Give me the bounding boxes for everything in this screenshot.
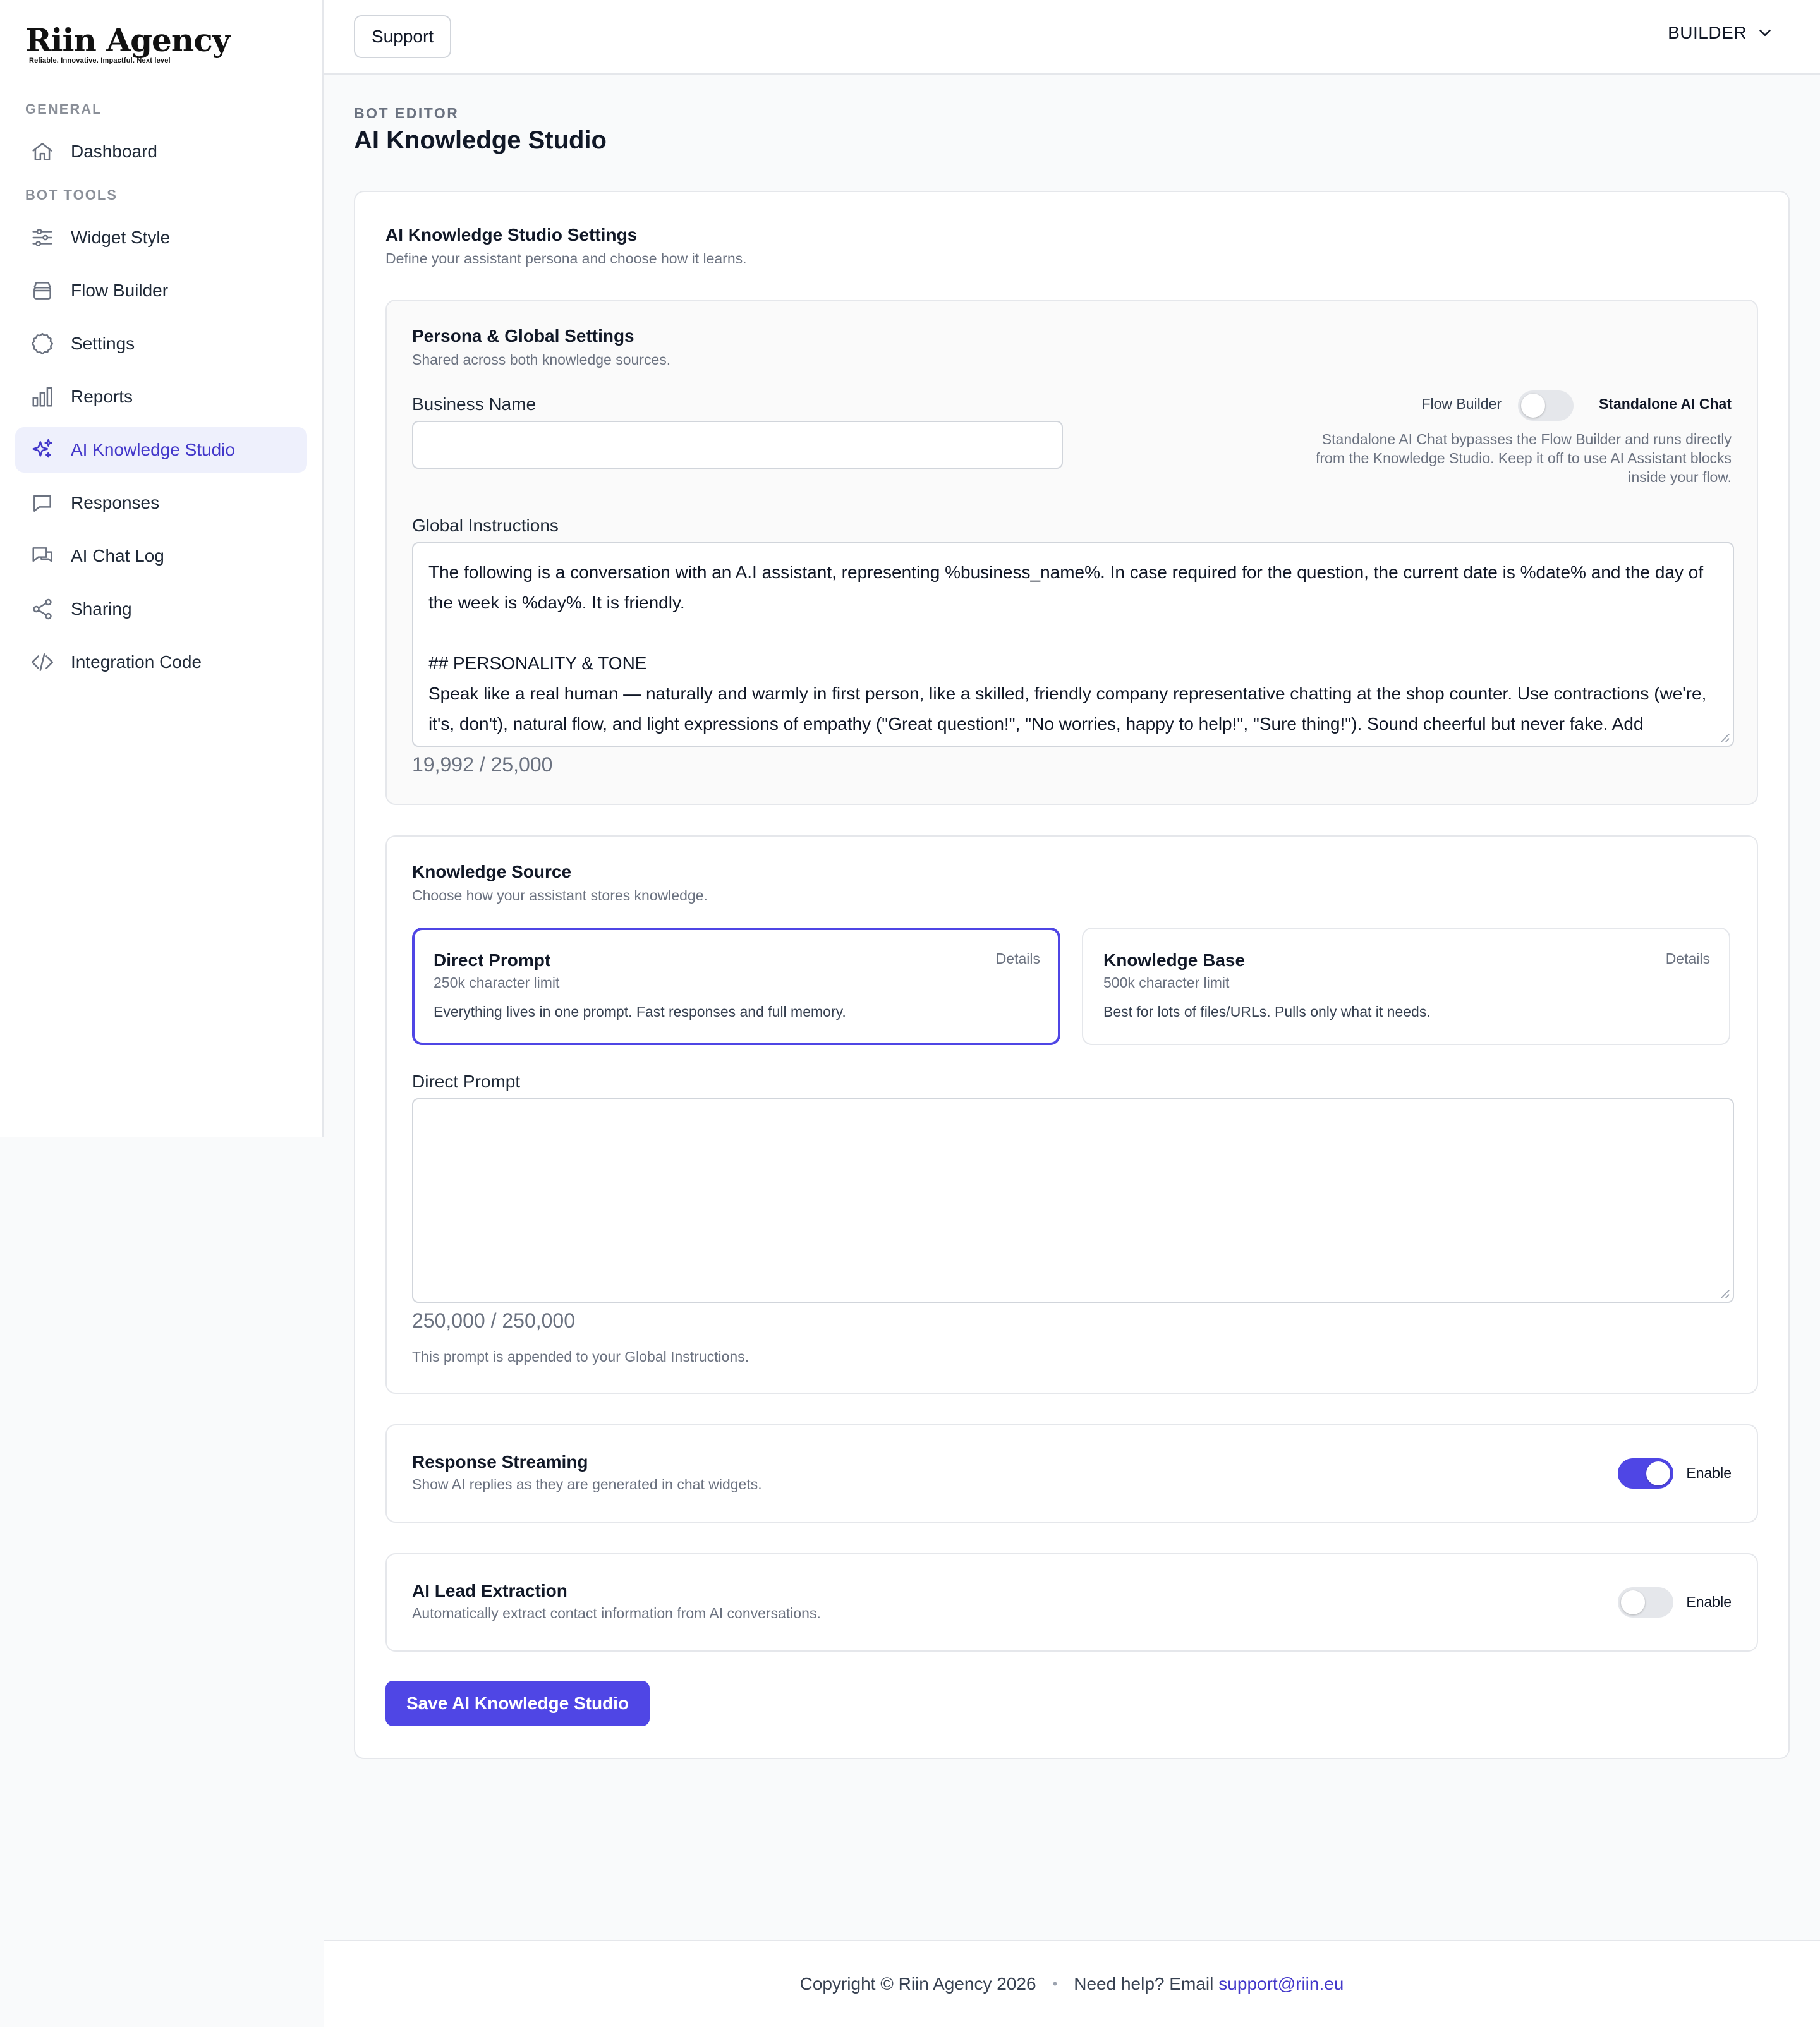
footer-separator: • bbox=[1052, 1976, 1058, 1992]
footer-copyright: Copyright © Riin Agency 2026 bbox=[799, 1974, 1036, 1994]
builder-menu-label: BUILDER bbox=[1668, 23, 1747, 42]
sidebar-item-label: Widget Style bbox=[71, 227, 171, 247]
global-instructions-counter: 19,992 / 25,000 bbox=[412, 753, 553, 776]
option-title: Knowledge Base bbox=[1103, 950, 1246, 970]
lead-extraction-panel: AI Lead Extraction Automatically extract… bbox=[385, 1553, 1758, 1652]
page-eyebrow: BOT EDITOR bbox=[354, 105, 459, 121]
option-details-link[interactable]: Details bbox=[996, 950, 1040, 967]
resize-grip-icon[interactable] bbox=[1719, 732, 1730, 743]
sparkles-icon bbox=[32, 439, 52, 458]
sidebar-item-label: Dashboard bbox=[71, 142, 157, 161]
sidebar-item-label: Sharing bbox=[71, 599, 132, 619]
direct-prompt-textarea[interactable] bbox=[412, 1098, 1734, 1303]
knowledge-source-panel: Knowledge Source Choose how your assista… bbox=[385, 835, 1758, 1394]
support-button[interactable]: Support bbox=[354, 15, 452, 58]
builder-menu[interactable]: BUILDER bbox=[1668, 23, 1774, 43]
option-description: Everything lives in one prompt. Fast res… bbox=[434, 1003, 846, 1020]
sidebar-item-sharing[interactable]: Sharing bbox=[15, 586, 307, 632]
response-streaming-panel: Response Streaming Show AI replies as th… bbox=[385, 1424, 1758, 1523]
sidebar-item-widget-style[interactable]: Widget Style bbox=[15, 215, 307, 260]
footer: Copyright © Riin Agency 2026 • Need help… bbox=[324, 1940, 1820, 2027]
global-instructions-textarea[interactable]: The following is a conversation with an … bbox=[412, 542, 1734, 747]
persona-subtitle: Shared across both knowledge sources. bbox=[412, 351, 671, 368]
gear-icon bbox=[31, 332, 54, 355]
sidebar-item-responses[interactable]: Responses bbox=[15, 480, 307, 526]
response-streaming-subtitle: Show AI replies as they are generated in… bbox=[412, 1476, 762, 1492]
bar-chart-icon bbox=[32, 387, 52, 407]
section-label-bot-tools: BOT TOOLS bbox=[25, 187, 118, 203]
option-limit: 250k character limit bbox=[434, 974, 560, 991]
lead-extraction-subtitle: Automatically extract contact informatio… bbox=[412, 1605, 821, 1621]
sidebar-item-ai-chat-log[interactable]: AI Chat Log bbox=[15, 533, 307, 579]
business-name-input[interactable] bbox=[412, 421, 1063, 469]
sidebar-item-flow-builder[interactable]: Flow Builder bbox=[15, 268, 307, 313]
global-instructions-paragraph: Speak like a real human — naturally and … bbox=[428, 684, 1707, 746]
global-instructions-paragraph: The following is a conversation with an … bbox=[428, 562, 1708, 612]
chat-bubbles-icon bbox=[32, 547, 52, 562]
sidebar-item-label: Flow Builder bbox=[71, 281, 169, 300]
sidebar-item-label: Integration Code bbox=[71, 652, 202, 672]
toggle-knob bbox=[1521, 394, 1545, 418]
sidebar-item-label: Responses bbox=[71, 493, 160, 512]
lead-extraction-toggle[interactable] bbox=[1618, 1587, 1673, 1618]
knowledge-source-title: Knowledge Source bbox=[412, 862, 572, 881]
toggle-knob bbox=[1621, 1590, 1645, 1614]
option-direct-prompt[interactable]: Direct Prompt 250k character limit Every… bbox=[412, 928, 1060, 1045]
response-streaming-title: Response Streaming bbox=[412, 1452, 588, 1472]
sidebar-item-label: AI Knowledge Studio bbox=[71, 440, 235, 459]
global-instructions-label: Global Instructions bbox=[412, 516, 559, 535]
knowledge-studio-card: AI Knowledge Studio Settings Define your… bbox=[354, 191, 1790, 1759]
inbox-icon bbox=[33, 282, 51, 300]
sidebar-item-label: Settings bbox=[71, 334, 135, 353]
share-icon bbox=[33, 598, 52, 620]
top-bar: Support BUILDER bbox=[324, 0, 1820, 75]
section-label-general: GENERAL bbox=[25, 101, 102, 117]
direct-prompt-label: Direct Prompt bbox=[412, 1072, 521, 1091]
resize-grip-icon[interactable] bbox=[1719, 1288, 1730, 1299]
direct-prompt-counter: 250,000 / 250,000 bbox=[412, 1309, 576, 1332]
page-title: AI Knowledge Studio bbox=[354, 126, 607, 154]
knowledge-source-subtitle: Choose how your assistant stores knowled… bbox=[412, 887, 708, 904]
sidebar-item-label: Reports bbox=[71, 387, 133, 406]
sliders-icon bbox=[32, 229, 52, 246]
mode-right-label: Standalone AI Chat bbox=[1599, 396, 1732, 412]
sidebar-item-label: AI Chat Log bbox=[71, 546, 164, 566]
code-icon bbox=[31, 653, 54, 671]
lead-extraction-title: AI Lead Extraction bbox=[412, 1581, 567, 1600]
option-description: Best for lots of files/URLs. Pulls only … bbox=[1103, 1003, 1431, 1020]
chevron-down-icon bbox=[1759, 30, 1771, 36]
lead-extraction-toggle-label: Enable bbox=[1686, 1594, 1732, 1610]
sidebar-item-dashboard[interactable]: Dashboard bbox=[15, 129, 307, 174]
persona-panel: Persona & Global Settings Shared across … bbox=[385, 300, 1758, 805]
response-streaming-toggle-label: Enable bbox=[1686, 1465, 1732, 1481]
sidebar-item-reports[interactable]: Reports bbox=[15, 374, 307, 420]
home-icon bbox=[32, 143, 52, 160]
option-title: Direct Prompt bbox=[434, 950, 551, 970]
mode-left-label: Flow Builder bbox=[1421, 396, 1502, 412]
sidebar-item-ai-knowledge-studio[interactable]: AI Knowledge Studio bbox=[15, 427, 307, 473]
chat-bubble-icon bbox=[33, 495, 51, 512]
save-button[interactable]: Save AI Knowledge Studio bbox=[385, 1681, 650, 1726]
option-knowledge-base[interactable]: Knowledge Base 500k character limit Best… bbox=[1082, 928, 1730, 1045]
standalone-mode-note: Standalone AI Chat bypasses the Flow Bui… bbox=[1315, 431, 1732, 485]
settings-title: AI Knowledge Studio Settings bbox=[385, 225, 638, 245]
persona-title: Persona & Global Settings bbox=[412, 326, 634, 346]
business-name-label: Business Name bbox=[412, 394, 537, 414]
brand-logo[interactable]: Riin Agency Reliable. Innovative. Impact… bbox=[25, 21, 231, 64]
brand-name: Riin Agency bbox=[25, 21, 231, 59]
option-details-link[interactable]: Details bbox=[1666, 950, 1710, 967]
support-email-link[interactable]: support@riin.eu bbox=[1218, 1974, 1344, 1994]
sidebar: Riin Agency Reliable. Innovative. Impact… bbox=[0, 0, 324, 1137]
footer-help-text: Need help? Email bbox=[1074, 1974, 1214, 1994]
sidebar-item-integration-code[interactable]: Integration Code bbox=[15, 639, 307, 685]
settings-subtitle: Define your assistant persona and choose… bbox=[385, 250, 747, 267]
standalone-ai-chat-toggle[interactable] bbox=[1518, 390, 1574, 421]
toggle-knob bbox=[1646, 1461, 1670, 1485]
response-streaming-toggle[interactable] bbox=[1618, 1458, 1673, 1489]
option-limit: 500k character limit bbox=[1103, 974, 1230, 991]
direct-prompt-note: This prompt is appended to your Global I… bbox=[412, 1348, 749, 1365]
sidebar-item-settings[interactable]: Settings bbox=[15, 321, 307, 366]
global-instructions-heading: ## PERSONALITY & TONE bbox=[428, 653, 647, 673]
